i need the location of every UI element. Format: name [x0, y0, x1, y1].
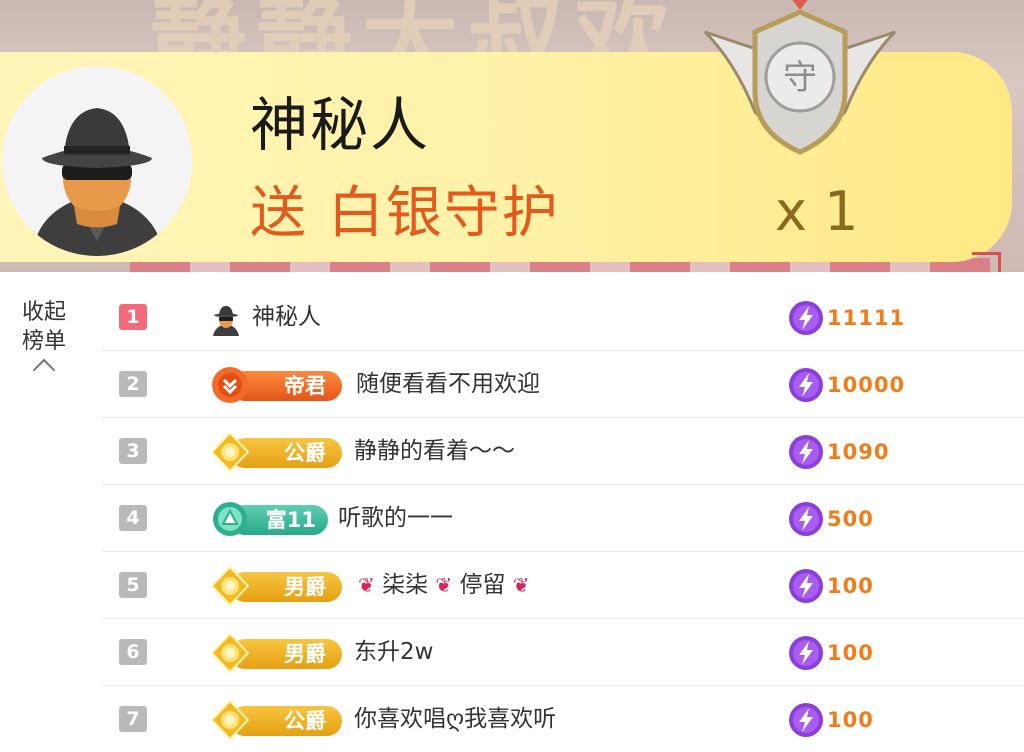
score-value: 100	[827, 708, 874, 732]
rank-number: 2	[119, 371, 147, 397]
emperor-emblem-icon	[212, 367, 248, 403]
score-value: 100	[827, 574, 874, 598]
score-value: 11111	[827, 306, 906, 330]
lightning-coin-icon	[789, 368, 823, 402]
user-name: 东升2w	[354, 639, 434, 665]
level-badge-label: 男爵	[284, 575, 326, 599]
user-name: 神秘人	[252, 304, 321, 330]
gift-banner: 静静大叔欢 神秘人 送 白银守护 x 1 守	[0, 0, 1024, 272]
user-name: ❦ 柒柒 ❦ 停留 ❦	[358, 568, 530, 602]
user-name: 你喜欢唱ღ我喜欢听	[354, 706, 557, 732]
rank-number: 5	[119, 572, 147, 598]
wealth-level-badge: 富11	[210, 501, 330, 537]
level-badge: 男爵	[210, 633, 344, 673]
level-badge-label: 公爵	[284, 709, 326, 733]
score-value: 10000	[827, 373, 906, 397]
level-badge: 公爵	[210, 700, 344, 740]
level-badge-label: 公爵	[284, 441, 326, 465]
maple-leaf-icon: ❦	[512, 573, 530, 597]
level-badge-label: 帝君	[284, 374, 326, 398]
gift-description: 送 白银守护	[250, 181, 560, 246]
collapse-label-line1: 收起	[21, 300, 66, 325]
lightning-coin-icon	[789, 301, 823, 335]
gold-gem-icon	[210, 432, 250, 472]
collapse-label-line2: 榜单	[21, 329, 66, 354]
leaderboard-row[interactable]: 2 帝君 随便看看不用欢迎 10000	[102, 351, 1024, 418]
leaderboard-row[interactable]: 5 男爵 ❦ 柒柒 ❦ 停留 ❦ 100	[102, 552, 1024, 619]
maple-leaf-icon: ❦	[435, 573, 453, 597]
gold-gem-icon	[210, 566, 250, 606]
user-name: 静静的看着～～	[354, 438, 515, 464]
level-badge: 帝君	[210, 367, 344, 403]
user-name-part: 停留	[459, 572, 506, 598]
chevron-up-icon	[32, 358, 56, 382]
gold-gem-icon	[210, 633, 250, 673]
rank-number: 3	[119, 438, 147, 464]
rank-number: 6	[119, 639, 147, 665]
lightning-coin-icon	[789, 703, 823, 737]
banner-corner-decoration	[972, 252, 1001, 272]
level-badge-label: 男爵	[284, 642, 326, 666]
level-badge-label: 富11	[265, 508, 316, 532]
score-value: 1090	[827, 440, 890, 464]
score-value: 500	[827, 507, 874, 531]
sender-name: 神秘人	[250, 91, 431, 159]
lightning-coin-icon	[789, 502, 823, 536]
silver-guard-badge-icon: 守	[703, 0, 897, 155]
leaderboard-row[interactable]: 3 公爵 静静的看着～～ 1090	[102, 418, 1024, 485]
user-name-part: 柒柒	[382, 572, 429, 598]
level-badge: 公爵	[210, 432, 344, 472]
gift-count: x 1	[775, 180, 859, 243]
leaderboard-row[interactable]: 4 富11 听歌的一一 500	[102, 485, 1024, 552]
rank-number: 4	[119, 505, 147, 531]
leaderboard-list: 1 神秘人 11111 2 帝君 随便看看不用欢迎 10000 3 公爵 静静的…	[102, 284, 1024, 752]
gold-gem-icon	[210, 700, 250, 740]
leaderboard-row[interactable]: 1 神秘人 11111	[102, 284, 1024, 351]
lightning-coin-icon	[789, 636, 823, 670]
score-value: 100	[827, 641, 874, 665]
wealth-triangle-icon	[213, 502, 247, 536]
sender-avatar[interactable]	[2, 66, 192, 256]
leaderboard-row[interactable]: 7 公爵 你喜欢唱ღ我喜欢听 100	[102, 686, 1024, 752]
collapse-leaderboard-button[interactable]: 收起 榜单	[14, 298, 74, 382]
leaderboard-row[interactable]: 6 男爵 东升2w 100	[102, 619, 1024, 686]
svg-text:守: 守	[783, 58, 817, 98]
user-name: 听歌的一一	[338, 505, 453, 531]
lightning-coin-icon	[789, 435, 823, 469]
lightning-coin-icon	[789, 569, 823, 603]
level-badge: 男爵	[210, 566, 344, 606]
maple-leaf-icon: ❦	[358, 573, 375, 597]
rank-number: 7	[119, 706, 147, 732]
user-name: 随便看看不用欢迎	[356, 371, 540, 397]
rank-number: 1	[119, 304, 147, 330]
mystery-man-icon	[2, 66, 192, 256]
mystery-man-icon	[213, 306, 239, 336]
